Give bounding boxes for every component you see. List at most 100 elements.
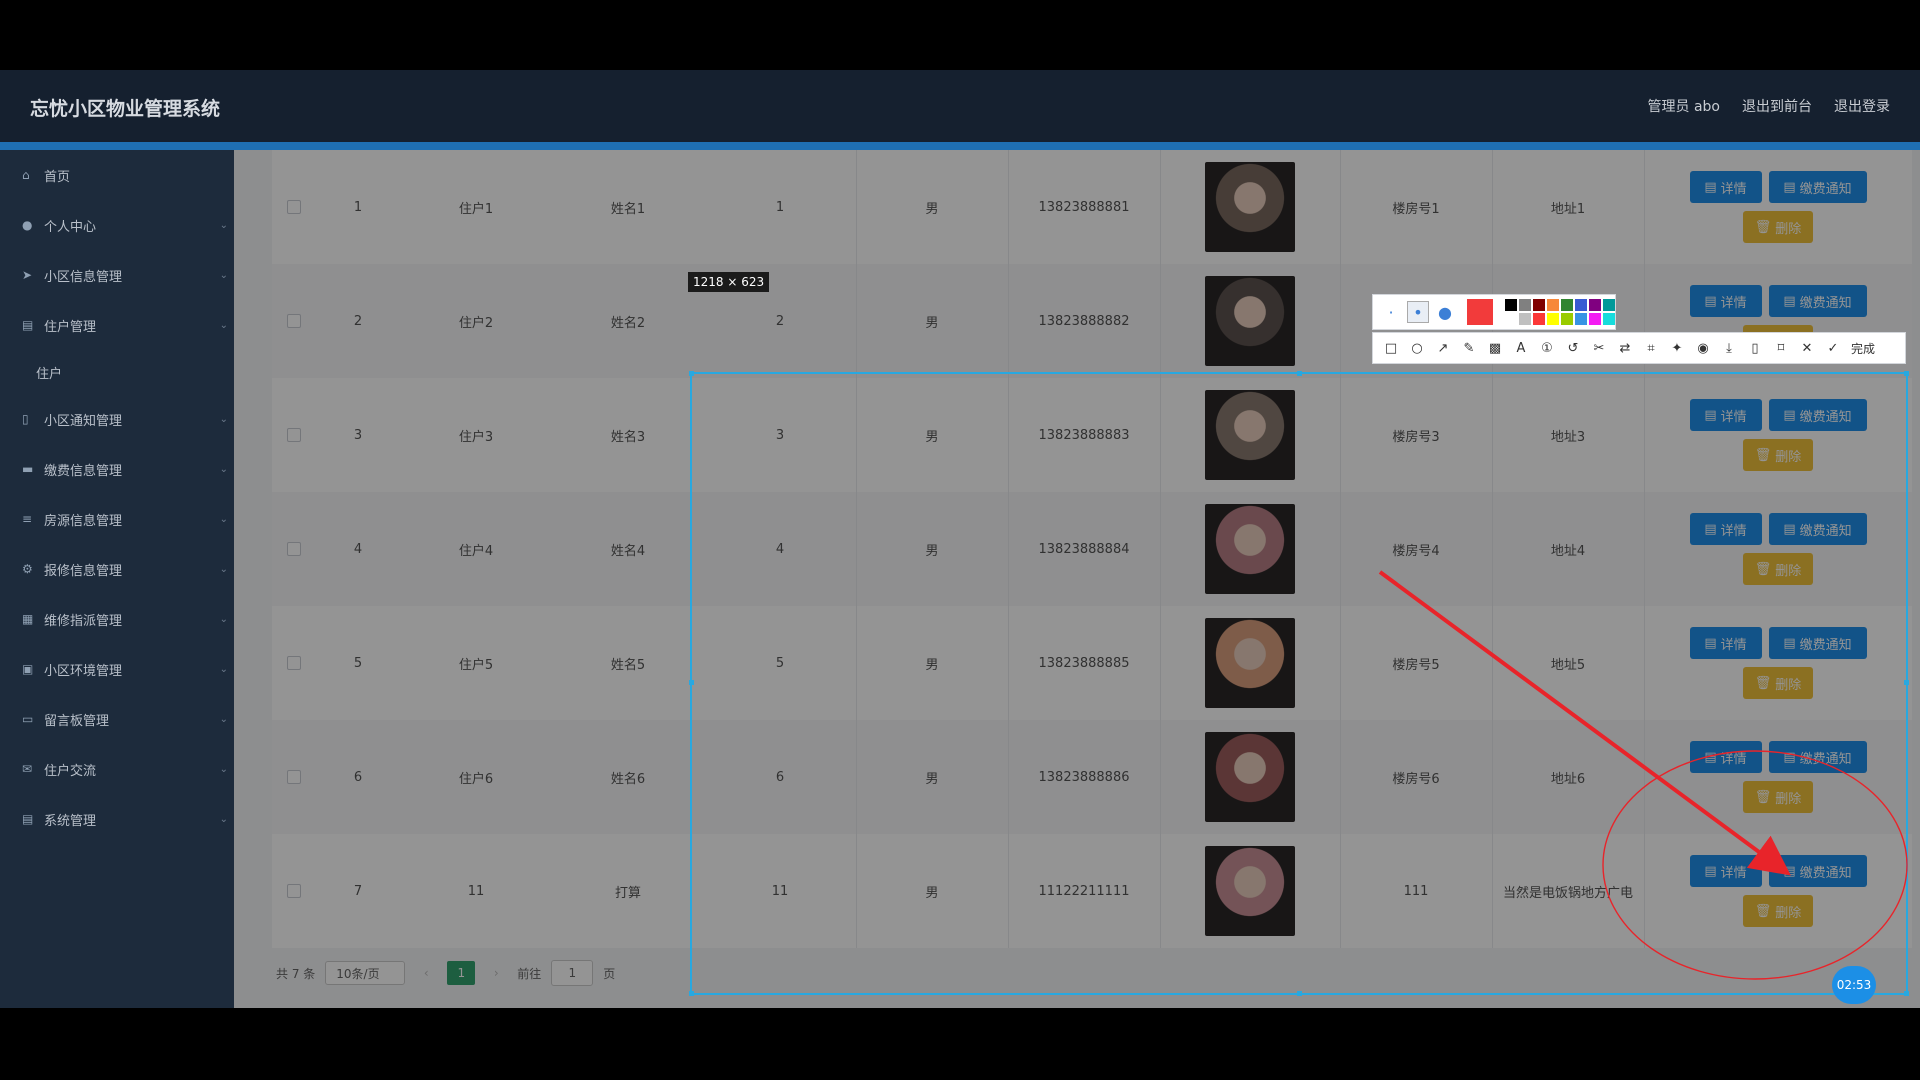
row-checkbox[interactable] (272, 720, 316, 834)
page-size-select[interactable]: 10条/页 (325, 961, 406, 985)
row-checkbox-box[interactable] (287, 542, 301, 556)
payment-notify-button[interactable]: ▤ 缴费通知 (1768, 513, 1867, 545)
back-to-front-link[interactable]: 退出到前台 (1742, 96, 1812, 116)
row-checkbox[interactable] (272, 492, 316, 606)
logout-link[interactable]: 退出登录 (1834, 96, 1890, 116)
large-dot-size[interactable]: ● (1435, 302, 1455, 322)
color-swatch[interactable] (1561, 299, 1573, 311)
goto-page-input[interactable]: 1 (551, 960, 594, 986)
delete-button[interactable]: 🗑删除 (1743, 553, 1813, 585)
sidebar-item[interactable]: ▭ 留言板管理 ⌄ (0, 694, 234, 744)
next-page-button[interactable]: › (485, 961, 507, 985)
phone-icon[interactable]: ▯ (1743, 341, 1767, 356)
check-icon[interactable]: ✓ (1821, 341, 1845, 356)
sequence-icon[interactable]: ① (1535, 341, 1559, 356)
row-checkbox-box[interactable] (287, 770, 301, 784)
close-icon[interactable]: ✕ (1795, 341, 1819, 356)
color-swatch[interactable] (1547, 313, 1559, 325)
payment-notify-button[interactable]: ▤ 缴费通知 (1768, 627, 1867, 659)
undo-icon[interactable]: ↺ (1561, 341, 1585, 356)
sidebar-item[interactable]: ▣ 小区环境管理 ⌄ (0, 644, 234, 694)
small-dot-size[interactable]: · (1381, 302, 1401, 322)
detail-button[interactable]: ▤ 详情 (1689, 741, 1762, 773)
detail-button[interactable]: ▤ 详情 (1689, 171, 1762, 203)
prev-page-button[interactable]: ‹ (415, 961, 437, 985)
circle-icon[interactable]: ○ (1405, 341, 1429, 356)
scissors-icon[interactable]: ✂ (1587, 341, 1611, 356)
ocr-icon[interactable]: ⌗ (1639, 341, 1663, 356)
pen-icon[interactable]: ✎ (1457, 341, 1481, 356)
color-swatch[interactable] (1533, 299, 1545, 311)
color-swatch[interactable] (1533, 313, 1545, 325)
row-checkbox-box[interactable] (287, 428, 301, 442)
download-icon[interactable]: ⤓ (1717, 341, 1741, 356)
row-checkbox[interactable] (272, 834, 316, 948)
row-checkbox[interactable] (272, 378, 316, 492)
row-checkbox-box[interactable] (287, 656, 301, 670)
sidebar-item[interactable]: ➤ 小区信息管理 ⌄ (0, 250, 234, 300)
medium-dot-size[interactable]: • (1407, 301, 1429, 323)
sidebar-item[interactable]: ✉ 住户交流 ⌄ (0, 744, 234, 794)
row-checkbox-box[interactable] (287, 314, 301, 328)
color-swatch[interactable] (1603, 313, 1615, 325)
detail-button[interactable]: ▤ 详情 (1689, 627, 1762, 659)
admin-user-link[interactable]: 管理员 abo (1648, 96, 1720, 116)
delete-button[interactable]: 🗑删除 (1743, 895, 1813, 927)
row-id-text: 6 (775, 769, 785, 785)
payment-notify-button[interactable]: ▤ 缴费通知 (1768, 399, 1867, 431)
payment-notify-button[interactable]: ▤ 缴费通知 (1768, 855, 1867, 887)
color-swatch[interactable] (1505, 313, 1517, 325)
page-number-current[interactable]: 1 (447, 961, 476, 985)
active-color-swatch[interactable] (1467, 299, 1493, 325)
color-swatch[interactable] (1575, 299, 1587, 311)
color-swatch[interactable] (1505, 299, 1517, 311)
bookmark-icon[interactable]: ⌑ (1769, 341, 1793, 356)
payment-notify-button[interactable]: ▤ 缴费通知 (1768, 741, 1867, 773)
delete-button[interactable]: 🗑删除 (1743, 781, 1813, 813)
color-swatch[interactable] (1547, 299, 1559, 311)
color-swatch[interactable] (1561, 313, 1573, 325)
sidebar-item[interactable]: ⌂ 首页 (0, 150, 234, 200)
payment-notify-button[interactable]: ▤ 缴费通知 (1768, 171, 1867, 203)
row-checkbox-box[interactable] (287, 884, 301, 898)
row-checkbox[interactable] (272, 606, 316, 720)
color-swatch[interactable] (1575, 313, 1587, 325)
detail-button[interactable]: ▤ 详情 (1689, 513, 1762, 545)
delete-button[interactable]: 🗑删除 (1743, 439, 1813, 471)
row-checkbox[interactable] (272, 264, 316, 378)
translate-icon[interactable]: ⇄ (1613, 341, 1637, 356)
row-checkbox[interactable] (272, 150, 316, 264)
sidebar-item[interactable]: ▯ 小区通知管理 ⌄ (0, 394, 234, 444)
color-swatch[interactable] (1519, 313, 1531, 325)
color-swatch[interactable] (1603, 299, 1615, 311)
color-swatch[interactable] (1589, 313, 1601, 325)
sidebar-item[interactable]: ▤ 系统管理 ⌄ (0, 794, 234, 844)
arrow-icon[interactable]: ↗ (1431, 341, 1455, 356)
detail-button[interactable]: ▤ 详情 (1689, 855, 1762, 887)
sidebar-item[interactable]: ⚙ 报修信息管理 ⌄ (0, 544, 234, 594)
done-button[interactable]: 完成 (1851, 340, 1875, 357)
sidebar-subitem-residents[interactable]: 住户 (0, 350, 234, 394)
color-swatch[interactable] (1519, 299, 1531, 311)
sidebar-item-label: 系统管理 (44, 813, 97, 829)
delete-button[interactable]: 🗑删除 (1743, 211, 1813, 243)
button-label: 删除 (1775, 791, 1802, 807)
rect-icon[interactable]: □ (1379, 341, 1403, 356)
sidebar-item[interactable]: ≡ 房源信息管理 ⌄ (0, 494, 234, 544)
pin-icon[interactable]: ✦ (1665, 341, 1689, 356)
sidebar-item[interactable]: ▤ 住户管理 ⌄ (0, 300, 234, 350)
text-icon[interactable]: A (1509, 341, 1533, 356)
mosaic-icon[interactable]: ▩ (1483, 341, 1507, 356)
doc-icon: ▤ (1783, 179, 1796, 195)
record-icon[interactable]: ◉ (1691, 341, 1715, 356)
doc-icon: ▤ (1704, 863, 1717, 879)
sidebar-item[interactable]: ▦ 维修指派管理 ⌄ (0, 594, 234, 644)
payment-notify-button[interactable]: ▤ 缴费通知 (1768, 285, 1867, 317)
detail-button[interactable]: ▤ 详情 (1689, 285, 1762, 317)
detail-button[interactable]: ▤ 详情 (1689, 399, 1762, 431)
sidebar-item[interactable]: ▬ 缴费信息管理 ⌄ (0, 444, 234, 494)
sidebar-item[interactable]: ● 个人中心 ⌄ (0, 200, 234, 250)
row-checkbox-box[interactable] (287, 200, 301, 214)
delete-button[interactable]: 🗑删除 (1743, 667, 1813, 699)
color-swatch[interactable] (1589, 299, 1601, 311)
